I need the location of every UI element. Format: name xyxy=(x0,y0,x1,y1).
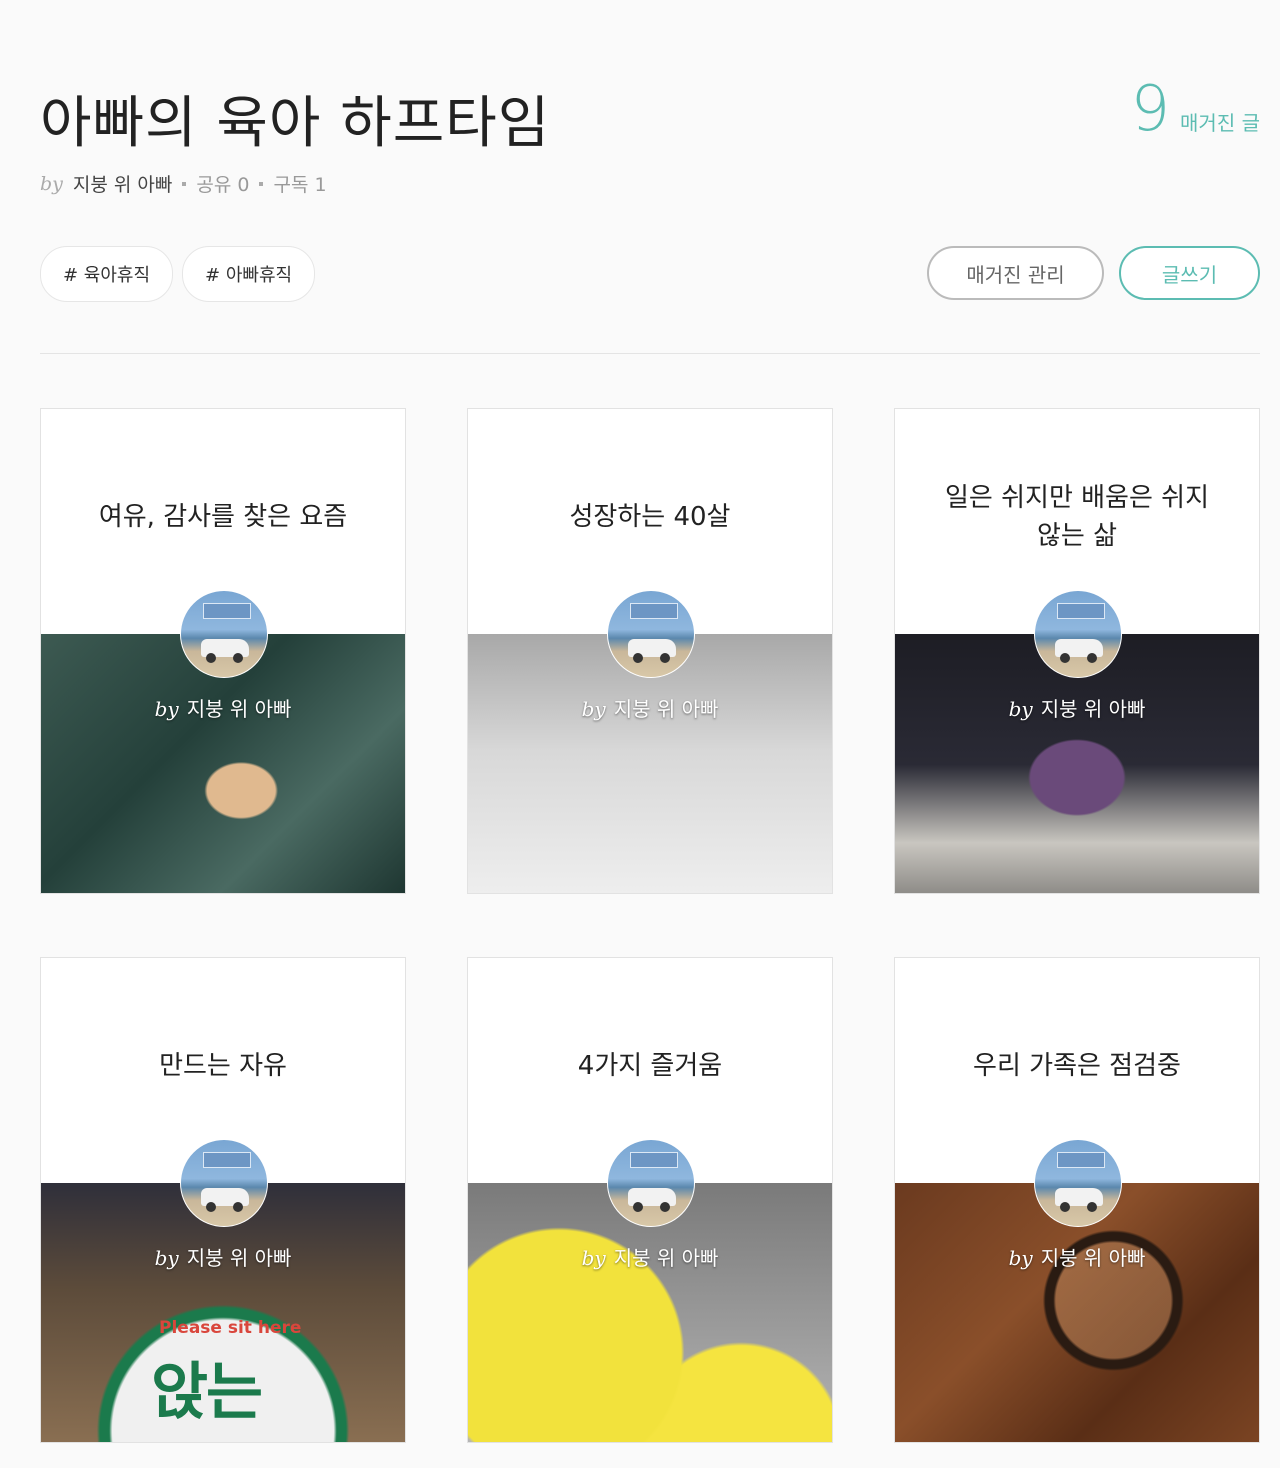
card-author: 지붕 위 아빠 xyxy=(186,697,292,721)
article-count-number: 9 xyxy=(1130,72,1171,145)
image-sign-text: Please sit here xyxy=(159,1318,302,1338)
article-card[interactable]: 일은 쉬지만 배움은 쉬지 않는 삶 by 지붕 위 아빠 xyxy=(894,408,1260,894)
card-byline: by 지붕 위 아빠 xyxy=(468,1242,832,1271)
card-by: by xyxy=(581,1246,606,1270)
card-title: 우리 가족은 점검중 xyxy=(973,1050,1181,1081)
write-button[interactable]: 글쓰기 xyxy=(1119,246,1260,300)
divider xyxy=(40,353,1260,354)
article-card[interactable]: 우리 가족은 점검중 by 지붕 위 아빠 xyxy=(894,957,1260,1443)
byline: by 지붕 위 아빠 공유 0 구독 1 xyxy=(40,170,327,197)
card-by: by xyxy=(1008,1246,1033,1270)
manage-magazine-button[interactable]: 매거진 관리 xyxy=(927,246,1104,300)
card-title: 여유, 감사를 찾은 요즘 xyxy=(98,501,348,532)
byline-by: by xyxy=(40,172,63,195)
article-card[interactable]: 4가지 즐거움 by 지붕 위 아빠 xyxy=(467,957,833,1443)
card-by: by xyxy=(1008,697,1033,721)
card-author: 지붕 위 아빠 xyxy=(1040,697,1146,721)
magazine-actions: 매거진 관리 글쓰기 xyxy=(927,246,1260,300)
card-author: 지붕 위 아빠 xyxy=(613,697,719,721)
card-author: 지붕 위 아빠 xyxy=(1040,1246,1146,1270)
card-byline: by 지붕 위 아빠 xyxy=(41,693,405,722)
card-title: 4가지 즐거움 xyxy=(577,1050,723,1081)
author-avatar xyxy=(180,1139,268,1227)
article-count[interactable]: 9 매거진 글 xyxy=(1131,78,1260,140)
tag-list: # 육아휴직 # 아빠휴직 xyxy=(40,246,316,302)
article-card[interactable]: 성장하는 40살 by 지붕 위 아빠 xyxy=(467,408,833,894)
card-by: by xyxy=(154,697,179,721)
article-count-label: 매거진 글 xyxy=(1180,111,1260,135)
share-count: 공유 0 xyxy=(196,174,250,196)
separator-dot xyxy=(259,181,264,186)
author-avatar xyxy=(1034,1139,1122,1227)
card-by: by xyxy=(581,697,606,721)
card-byline: by 지붕 위 아빠 xyxy=(468,693,832,722)
author-avatar xyxy=(1034,590,1122,678)
tag-parental-leave[interactable]: # 육아휴직 xyxy=(40,246,174,302)
card-title: 일은 쉬지만 배움은 쉬지 않는 삶 xyxy=(945,482,1209,551)
separator-dot xyxy=(182,181,187,186)
author-link[interactable]: 지붕 위 아빠 xyxy=(73,170,172,197)
tag-dad-leave[interactable]: # 아빠휴직 xyxy=(182,246,316,302)
card-author: 지붕 위 아빠 xyxy=(186,1246,292,1270)
card-byline: by 지붕 위 아빠 xyxy=(895,1242,1259,1271)
card-byline: by 지붕 위 아빠 xyxy=(895,693,1259,722)
author-avatar xyxy=(607,590,695,678)
card-title: 성장하는 40살 xyxy=(569,501,731,532)
card-author: 지붕 위 아빠 xyxy=(613,1246,719,1270)
card-byline: by 지붕 위 아빠 xyxy=(41,1242,405,1271)
card-by: by xyxy=(154,1246,179,1270)
magazine-title: 아빠의 육아 하프타임 xyxy=(40,91,551,156)
card-title: 만드는 자유 xyxy=(159,1050,287,1081)
author-avatar xyxy=(607,1139,695,1227)
article-card[interactable]: 만드는 자유 Please sit here 앉는 by 지붕 위 아빠 xyxy=(40,957,406,1443)
subscribe-count: 구독 1 xyxy=(273,174,327,196)
article-card[interactable]: 여유, 감사를 찾은 요즘 by 지붕 위 아빠 xyxy=(40,408,406,894)
author-avatar xyxy=(180,590,268,678)
image-sign-text-large: 앉는 xyxy=(151,1355,263,1428)
